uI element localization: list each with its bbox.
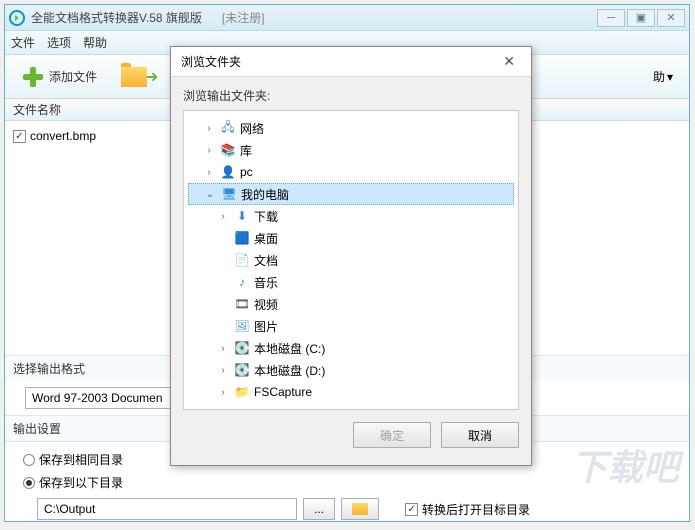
doc-icon: 📄 [234, 253, 250, 267]
pc-icon: 👤 [220, 165, 236, 179]
help-dropdown[interactable]: 助 ▾ [645, 64, 681, 89]
pic-icon: 🖼 [234, 319, 250, 333]
expand-icon[interactable]: › [202, 167, 216, 178]
dialog-label: 浏览输出文件夹: [171, 77, 531, 110]
tree-item[interactable]: › 📚 库 [188, 139, 514, 161]
drv-icon: 💽 [234, 341, 250, 355]
cancel-button[interactable]: 取消 [441, 422, 519, 448]
minimize-button[interactable]: ─ [597, 9, 625, 27]
titlebar: 全能文档格式转换器V.58 旗舰版 [未注册] ─ ▣ ✕ [5, 5, 689, 31]
tree-item[interactable]: › 🖧 网络 [188, 117, 514, 139]
tree-item[interactable]: › 👤 pc [188, 161, 514, 183]
tree-item[interactable]: 🎞 视频 [188, 293, 514, 315]
checkbox-icon: ✓ [405, 503, 418, 516]
tree-label: 图片 [254, 318, 278, 335]
expand-icon[interactable]: › [202, 123, 216, 134]
tree-item[interactable]: › 💽 本地磁盘 (D:) [188, 359, 514, 381]
dialog-titlebar: 浏览文件夹 ✕ [171, 47, 531, 77]
add-file-button[interactable]: 添加文件 [13, 61, 105, 93]
tree-label: 网络 [240, 120, 264, 137]
dialog-close-button[interactable]: ✕ [497, 53, 521, 70]
tree-label: 本地磁盘 (D:) [254, 362, 325, 379]
mon-icon: 🖥 [221, 187, 237, 201]
fld-icon: 📁 [234, 385, 250, 399]
lib-icon: 📚 [220, 143, 236, 157]
expand-icon[interactable]: › [216, 211, 230, 222]
tree-item[interactable]: › 📁 FSCapture [188, 381, 514, 403]
tree-label: 本地磁盘 (C:) [254, 340, 325, 357]
tree-label: 音乐 [254, 274, 278, 291]
folder-tree[interactable]: › 🖧 网络 › 📚 库 › 👤 pc ⌄ 🖥 我的电脑 › ⬇ 下载 🟦 桌面 📄 文档 ♪ 音乐 🎞 视频 🖼 图片 › 💽 本地… [183, 110, 519, 410]
tree-label: 我的电脑 [241, 186, 289, 203]
tree-item[interactable]: 🖼 图片 [188, 315, 514, 337]
menu-option[interactable]: 选项 [47, 34, 71, 51]
tree-label: FSCapture [254, 385, 312, 399]
expand-icon[interactable]: › [202, 145, 216, 156]
drv-icon: 💽 [234, 363, 250, 377]
file-name: convert.bmp [30, 129, 96, 143]
folder-icon [121, 67, 147, 87]
app-logo-icon [9, 10, 25, 26]
dl-icon: ⬇ [234, 209, 250, 223]
window-title: 全能文档格式转换器V.58 旗舰版 [31, 9, 202, 26]
expand-icon[interactable]: › [216, 387, 230, 398]
checkbox[interactable]: ✓ [13, 130, 26, 143]
tree-label: 视频 [254, 296, 278, 313]
expand-icon[interactable]: › [216, 365, 230, 376]
tree-item[interactable]: 📄 文档 [188, 249, 514, 271]
output-path-input[interactable]: C:\Output [37, 498, 297, 520]
ok-button[interactable]: 确定 [353, 422, 431, 448]
desk-icon: 🟦 [234, 231, 250, 245]
radio-icon [23, 454, 35, 466]
tree-item[interactable]: ⌄ 🖥 我的电脑 [188, 183, 514, 205]
menu-file[interactable]: 文件 [11, 34, 35, 51]
vid-icon: 🎞 [234, 297, 250, 311]
radio-icon-selected [23, 477, 35, 489]
browse-folder-dialog: 浏览文件夹 ✕ 浏览输出文件夹: › 🖧 网络 › 📚 库 › 👤 pc ⌄ 🖥 我的电脑 › ⬇ 下载 🟦 桌… [170, 46, 532, 466]
col-filename[interactable]: 文件名称 [13, 101, 61, 118]
expand-icon[interactable]: ⌄ [203, 189, 217, 200]
browse-button[interactable]: ... [303, 498, 335, 520]
tree-label: 桌面 [254, 230, 278, 247]
tree-label: 库 [240, 142, 252, 159]
tree-item[interactable]: › ⬇ 下载 [188, 205, 514, 227]
tree-label: 文档 [254, 252, 278, 269]
arrow-right-icon: ➜ [145, 67, 158, 87]
close-button[interactable]: ✕ [657, 9, 685, 27]
net-icon: 🖧 [220, 121, 236, 135]
folder-icon [352, 503, 368, 515]
maximize-button[interactable]: ▣ [627, 9, 655, 27]
tree-item[interactable]: ♪ 音乐 [188, 271, 514, 293]
tree-item[interactable]: › 💽 本地磁盘 (C:) [188, 337, 514, 359]
tree-label: pc [240, 165, 253, 179]
menu-help[interactable]: 帮助 [83, 34, 107, 51]
tree-item[interactable]: 🟦 桌面 [188, 227, 514, 249]
dialog-title: 浏览文件夹 [181, 53, 241, 70]
tree-label: 下载 [254, 208, 278, 225]
plus-icon [21, 65, 45, 89]
register-status: [未注册] [222, 9, 265, 26]
open-after-checkbox[interactable]: ✓ 转换后打开目标目录 [405, 501, 530, 518]
chevron-down-icon: ▾ [667, 70, 673, 84]
radio-below-dir[interactable]: 保存到以下目录 [17, 471, 677, 494]
add-folder-button[interactable]: ➜ [113, 63, 166, 91]
open-folder-button[interactable] [341, 498, 379, 520]
mus-icon: ♪ [234, 275, 250, 289]
expand-icon[interactable]: › [216, 343, 230, 354]
